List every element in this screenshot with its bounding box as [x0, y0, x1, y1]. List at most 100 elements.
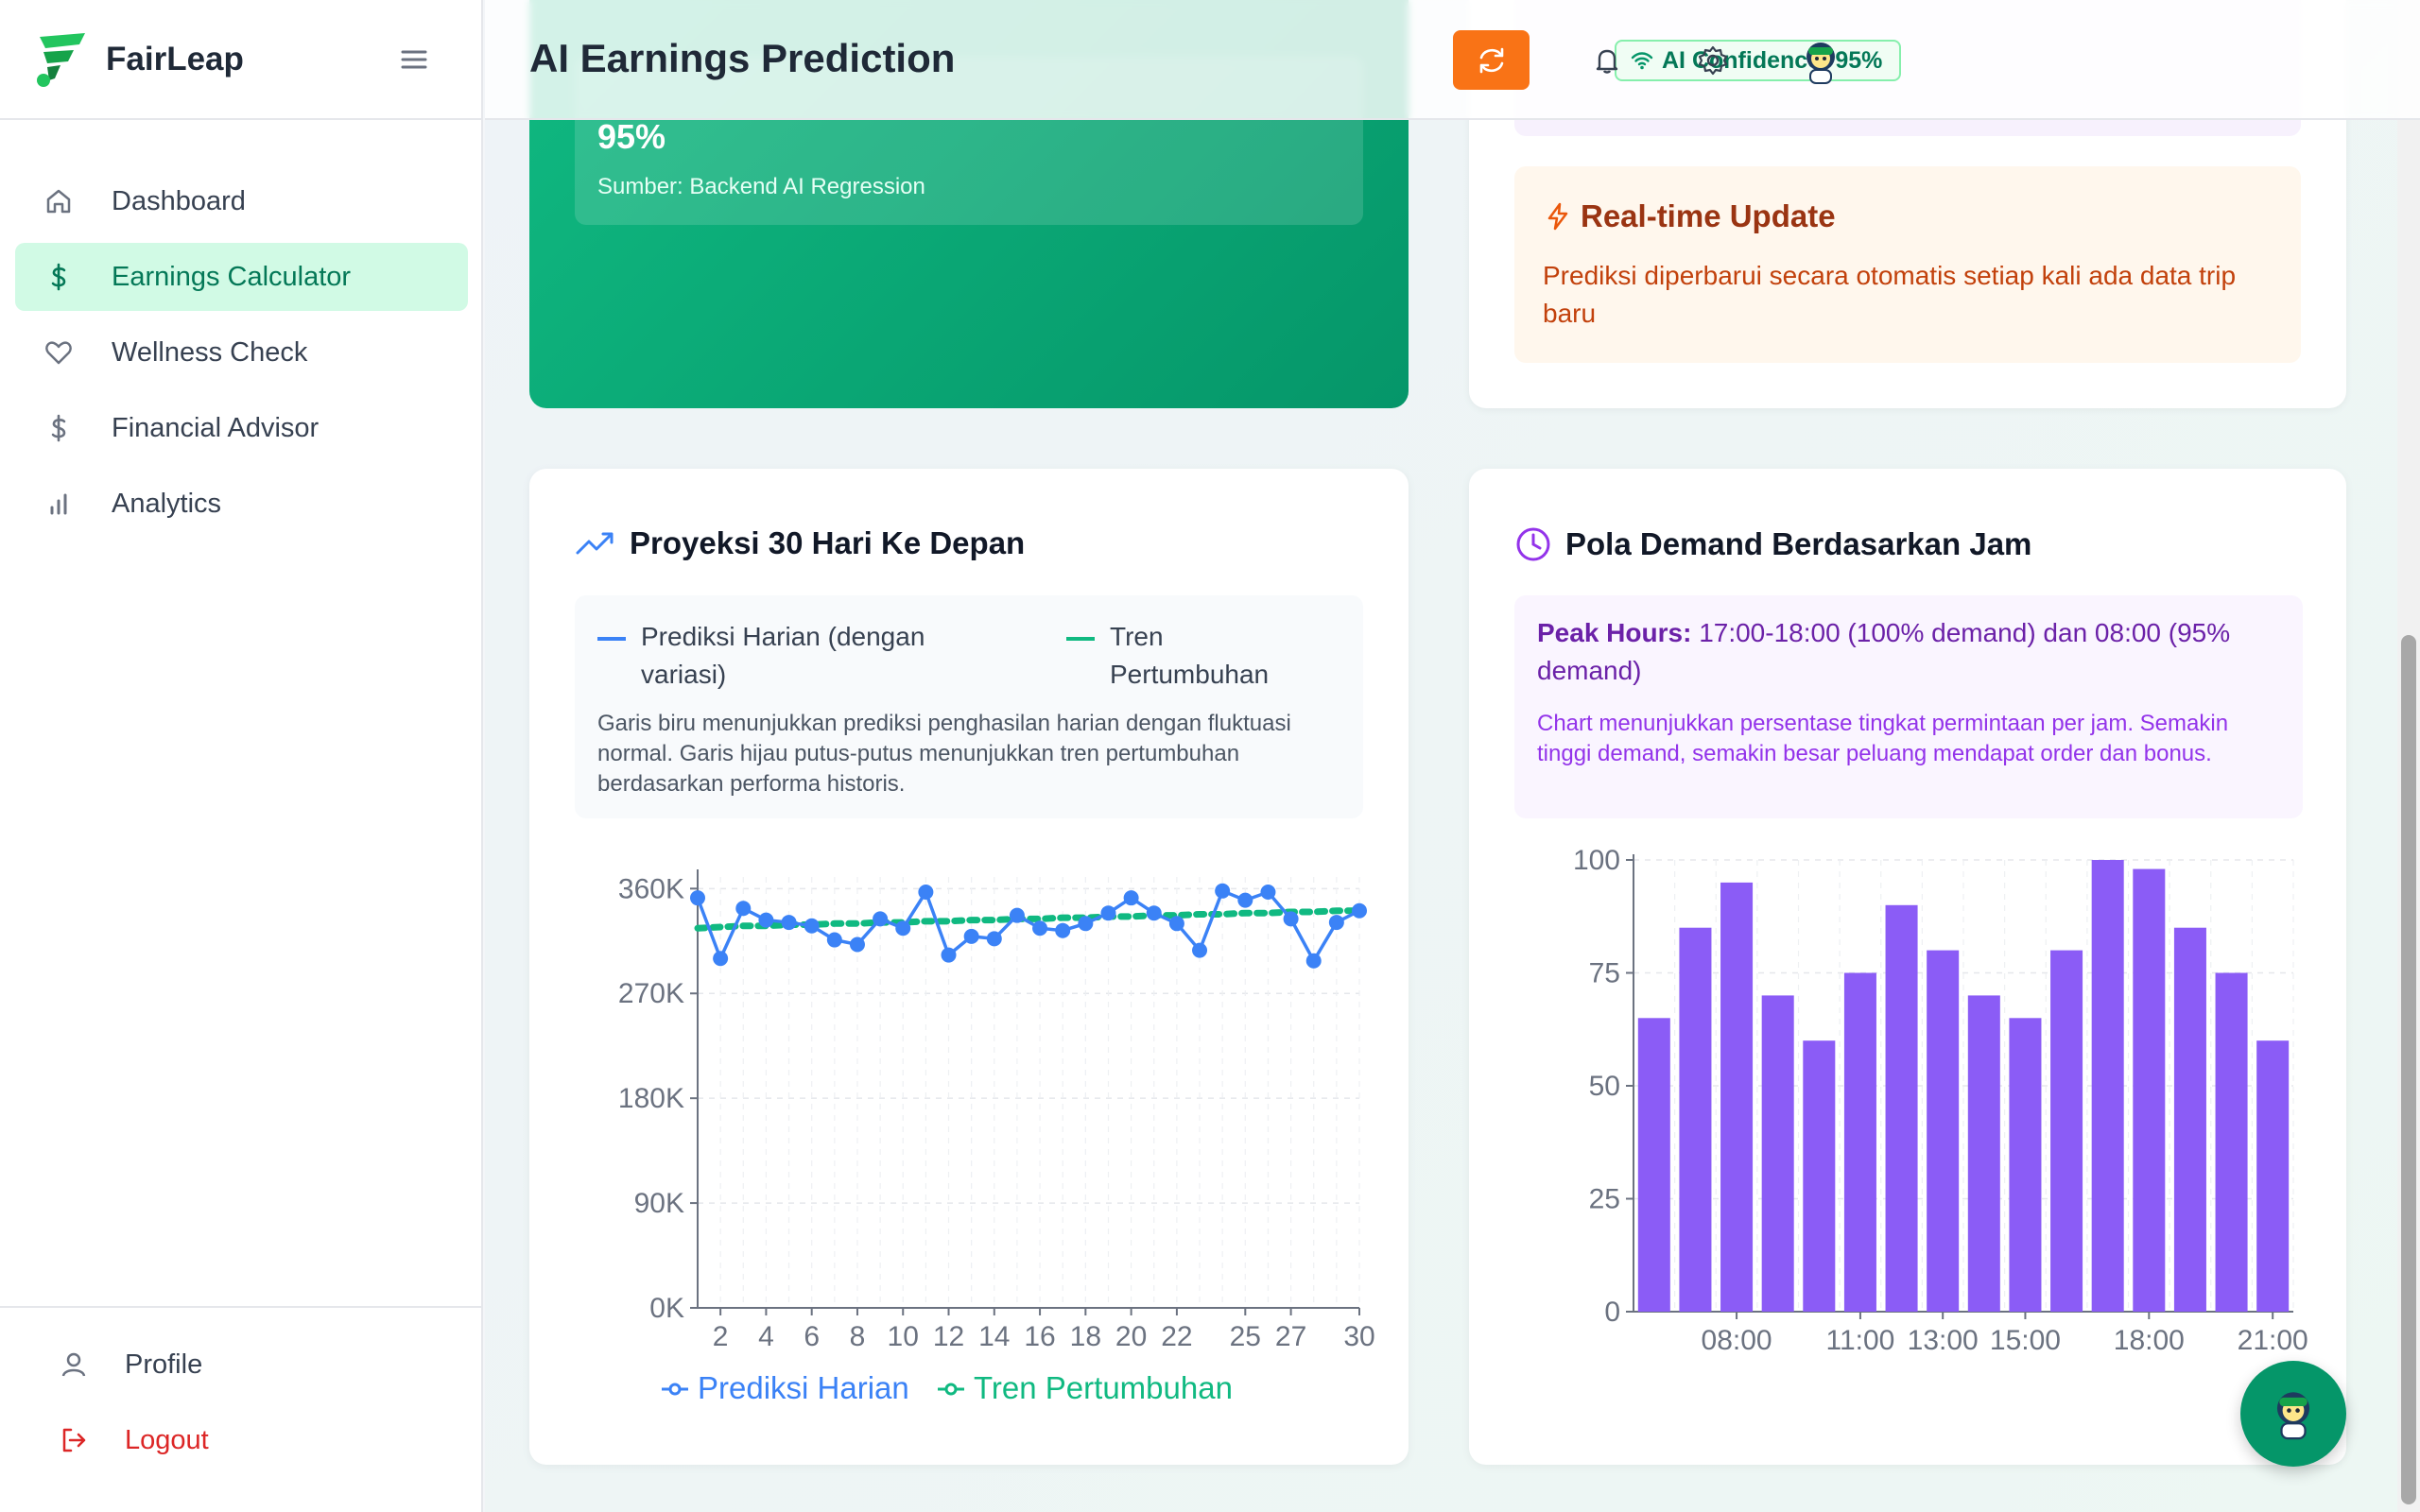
- data-point-prediksi-harian: [758, 912, 774, 928]
- ai-confidence-badge: AI Confidence: 95%: [1615, 40, 1902, 81]
- demand-bar-chart: 0 25 50 75 100 08:00 11:00 13:00 15:00 18:00 21:00: [1573, 847, 2308, 1356]
- legend-trend: Tren Pertumbuhan: [1066, 618, 1312, 694]
- projection-legend: Prediksi Harian (dengan variasi) Tren Pe…: [597, 618, 1340, 703]
- bar-1300: [1927, 950, 1960, 1312]
- y-tick-label: 270K: [618, 978, 684, 1009]
- legend-daily-swatch: [597, 637, 626, 641]
- settings-gear-icon[interactable]: [1694, 42, 1732, 79]
- sidebar-item-label: Logout: [125, 1424, 209, 1455]
- bar-1600: [2050, 950, 2083, 1312]
- sidebar-item-wellness-check[interactable]: Wellness Check: [15, 318, 468, 387]
- heart-icon: [42, 335, 76, 369]
- y-tick-label: 180K: [618, 1083, 684, 1114]
- refresh-icon: [1479, 47, 1503, 73]
- notification-bell-icon[interactable]: [1588, 42, 1626, 79]
- lightning-icon: [1547, 202, 1568, 231]
- data-point-prediksi-harian: [1146, 905, 1162, 921]
- sidebar-item-profile[interactable]: Profile: [28, 1331, 468, 1399]
- peak-hours-box: Peak Hours: 17:00-18:00 (100% demand) da…: [1514, 595, 2303, 818]
- scrollbar-thumb[interactable]: [2401, 635, 2416, 1504]
- sidebar-item-financial-advisor[interactable]: Financial Advisor: [15, 394, 468, 462]
- data-point-prediksi-harian: [1168, 916, 1184, 932]
- y-tick-label: 50: [1589, 1071, 1620, 1102]
- dollar-icon: [42, 260, 76, 294]
- bar-0700: [1679, 927, 1712, 1312]
- projection-description: Garis biru menunjukkan prediksi penghasi…: [597, 711, 1291, 797]
- x-tick-label: 18: [1070, 1321, 1101, 1352]
- sidebar-nav: Dashboard Earnings Calculator Wellness C…: [0, 120, 481, 538]
- bar-1200: [1885, 904, 1918, 1312]
- sidebar-item-label: Earnings Calculator: [112, 261, 352, 292]
- data-point-prediksi-harian: [781, 915, 797, 931]
- peak-hours-text: Peak Hours: 17:00-18:00 (100% demand) da…: [1537, 614, 2280, 690]
- sidebar-item-dashboard[interactable]: Dashboard: [15, 167, 468, 235]
- legend-trend-label: Tren Pertumbuhan: [1110, 622, 1270, 689]
- series-line-tren-pertumbuhan: [694, 907, 1363, 932]
- hamburger-menu-icon[interactable]: [398, 43, 430, 76]
- demand-description: Chart menunjukkan persentase tingkat per…: [1537, 711, 2229, 766]
- x-tick-label: 8: [850, 1321, 866, 1352]
- x-tick-label: 16: [1024, 1321, 1055, 1352]
- page-scrollbar[interactable]: [2397, 0, 2420, 1512]
- demand-title-text: Pola Demand Berdasarkan Jam: [1565, 526, 2032, 561]
- sidebar-item-earnings-calculator[interactable]: Earnings Calculator: [15, 243, 468, 311]
- top-header: AI Earnings Prediction AI Confidence: 95…: [485, 0, 2420, 120]
- legend-dot-tren-pertumbuhan: [944, 1383, 958, 1396]
- fairleap-logo: [37, 32, 85, 87]
- data-point-prediksi-harian: [804, 918, 820, 934]
- projection-title: Proyeksi 30 Hari Ke Depan: [575, 525, 1025, 561]
- sidebar-item-logout[interactable]: Logout: [28, 1406, 468, 1474]
- data-point-prediksi-harian: [1352, 902, 1367, 919]
- bar-2000: [2215, 972, 2248, 1312]
- bar-chart-icon: [42, 487, 76, 521]
- data-point-prediksi-harian: [873, 911, 889, 927]
- avatar[interactable]: [1793, 34, 1848, 89]
- sidebar-item-label: Analytics: [112, 488, 222, 519]
- chart-legend: Prediksi Harian Tren Pertumbuhan: [662, 1370, 1233, 1405]
- sidebar-item-analytics[interactable]: Analytics: [15, 470, 468, 538]
- x-tick-label: 25: [1230, 1321, 1261, 1352]
- realtime-update-box: Real-time Update Prediksi diperbarui sec…: [1514, 166, 2301, 363]
- data-point-prediksi-harian: [690, 890, 705, 906]
- ai-assistant-button[interactable]: [2240, 1361, 2346, 1467]
- dollar-icon: [42, 411, 76, 445]
- page-title: AI Earnings Prediction: [529, 36, 956, 80]
- y-tick-label: 25: [1589, 1184, 1620, 1215]
- y-tick-label: 75: [1589, 958, 1620, 989]
- bar-1100: [1843, 972, 1876, 1312]
- data-point-prediksi-harian: [963, 928, 979, 944]
- data-point-prediksi-harian: [713, 951, 729, 967]
- data-point-prediksi-harian: [1328, 915, 1344, 931]
- data-point-prediksi-harian: [849, 936, 865, 953]
- sidebar-item-label: Wellness Check: [112, 336, 308, 368]
- logout-icon: [57, 1423, 91, 1457]
- user-icon: [57, 1348, 91, 1382]
- brand: FairLeap: [0, 0, 481, 120]
- data-point-prediksi-harian: [1123, 890, 1139, 906]
- x-tick-label: 12: [933, 1321, 964, 1352]
- x-tick-label: 14: [978, 1321, 1010, 1352]
- x-tick-label: 11:00: [1826, 1325, 1895, 1356]
- y-tick-label: 100: [1573, 847, 1620, 876]
- data-point-prediksi-harian: [1078, 916, 1094, 932]
- sidebar-item-label: Financial Advisor: [112, 412, 320, 443]
- data-point-prediksi-harian: [1032, 920, 1048, 936]
- demand-title: Pola Demand Berdasarkan Jam: [1514, 525, 2031, 563]
- projection-title-text: Proyeksi 30 Hari Ke Depan: [630, 525, 1026, 560]
- bar-1800: [2133, 868, 2166, 1312]
- legend-trend-swatch: [1066, 637, 1095, 641]
- sidebar-bottom: Profile Logout: [0, 1306, 481, 1482]
- x-tick-label: 10: [888, 1321, 919, 1352]
- x-tick-label: 6: [804, 1321, 820, 1352]
- home-icon: [42, 184, 76, 218]
- data-point-prediksi-harian: [1192, 942, 1208, 958]
- bar-1000: [1803, 1040, 1836, 1312]
- clock-icon: [1516, 527, 1550, 561]
- data-point-prediksi-harian: [1055, 922, 1071, 938]
- bar-0800: [1720, 882, 1754, 1312]
- legend-daily-label: Prediksi Harian (dengan variasi): [641, 622, 925, 689]
- data-point-prediksi-harian: [895, 920, 911, 936]
- refresh-button[interactable]: [1453, 30, 1530, 90]
- confidence-percent: 95%: [597, 117, 666, 156]
- x-tick-label: 2: [713, 1321, 729, 1352]
